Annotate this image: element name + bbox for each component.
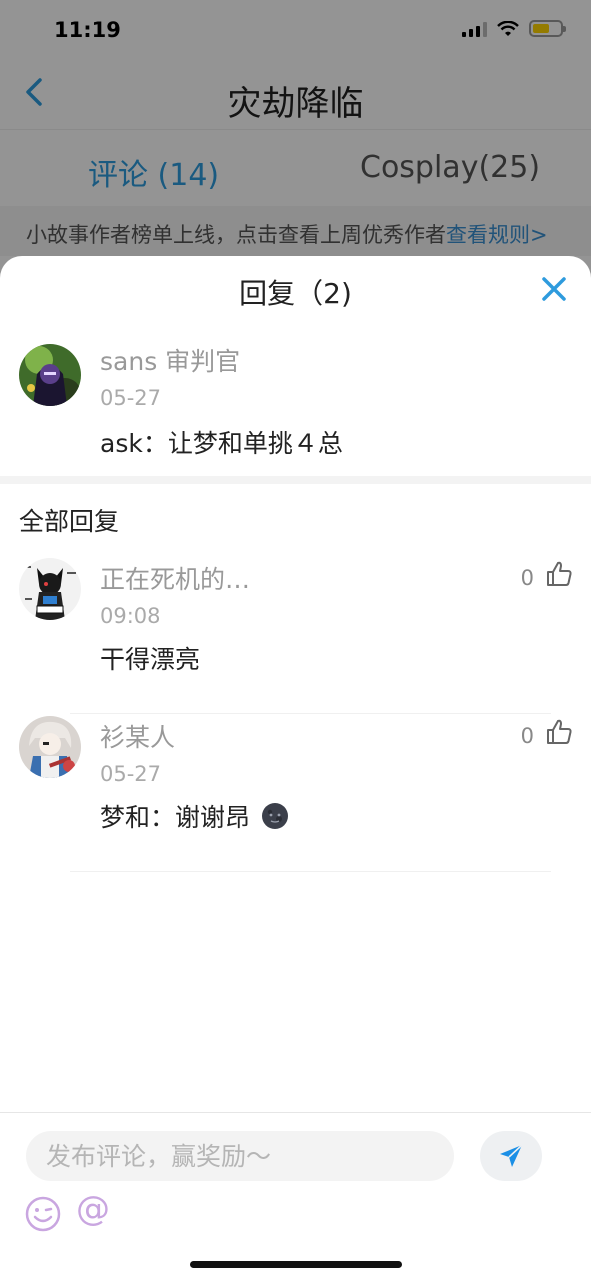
reply-separator — [70, 713, 551, 714]
background-page: 11:19 灾劫降临 评论 (14) Cosplay(25) 小故事作者榜单上线… — [0, 0, 591, 300]
new-moon-face-icon — [261, 803, 288, 829]
comment-input[interactable] — [26, 1131, 454, 1181]
original-content: ask：让梦和单挑４总 — [100, 429, 343, 458]
reply-content: 干得漂亮 — [100, 645, 201, 674]
reply-item: 正在死机的… 09:08 干得漂亮 0 — [0, 558, 591, 714]
original-comment: sans 审判官 05-27 ask：让梦和单挑４总 — [0, 336, 591, 476]
comment-composer: @ — [0, 1112, 591, 1280]
at-icon[interactable]: @ — [76, 1189, 110, 1229]
reply-username[interactable]: 衫某人 — [100, 718, 175, 754]
reply-username[interactable]: 正在死机的… — [100, 560, 250, 596]
reply-date: 05-27 — [100, 762, 162, 786]
all-replies-heading: 全部回复 — [19, 507, 120, 536]
send-icon — [500, 1144, 523, 1167]
reply-date: 09:08 — [100, 604, 161, 628]
original-username[interactable]: sans 审判官 — [100, 342, 240, 378]
reply-item: 衫某人 05-27 梦和：谢谢昂 0 — [0, 716, 591, 872]
reply-content-text: 梦和：谢谢昂 — [100, 803, 251, 832]
reply-separator — [70, 871, 551, 872]
send-button[interactable] — [480, 1131, 542, 1181]
original-date: 05-27 — [100, 386, 162, 410]
like-icon[interactable] — [545, 560, 573, 588]
reply-content: 梦和：谢谢昂 — [100, 798, 290, 834]
emoji-icon[interactable] — [24, 1195, 62, 1233]
like-icon[interactable] — [545, 718, 573, 746]
like-count: 0 — [520, 724, 534, 748]
avatar[interactable] — [19, 716, 81, 778]
like-count: 0 — [520, 566, 534, 590]
avatar[interactable] — [19, 558, 81, 620]
home-indicator — [190, 1261, 402, 1268]
close-icon[interactable] — [539, 274, 569, 304]
avatar[interactable] — [19, 344, 81, 406]
section-divider — [0, 476, 591, 484]
dim-overlay[interactable] — [0, 0, 591, 300]
sheet-title: 回复（2) — [239, 277, 352, 310]
